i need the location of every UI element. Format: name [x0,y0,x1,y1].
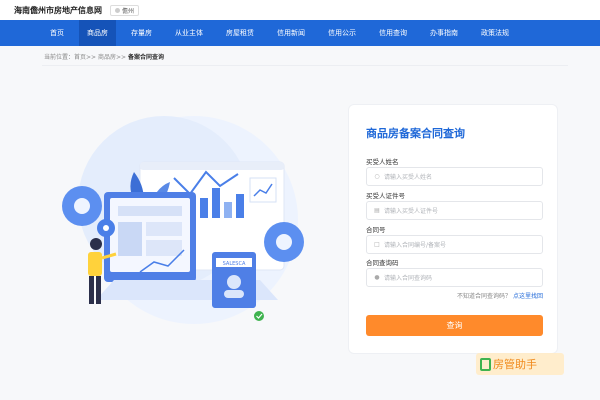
id-card-label: SALESCA [223,261,246,267]
breadcrumb-divider [42,65,568,66]
contract-number-label: 合同号 [366,226,386,234]
buyer-name-label: 买受人姓名 [366,158,399,166]
location-label: 儋州 [122,7,135,15]
watermark-text: 房管助手 [493,358,537,371]
nav-item-practitioners[interactable]: 从业主体 [167,20,211,46]
breadcrumb-home[interactable]: 首页 [74,54,86,61]
query-code-placeholder: 请输入合同查询码 [384,275,433,282]
location-pin-icon [115,7,120,13]
forgot-code-row: 不知道合同查询码？ 点这里找回 [366,291,543,300]
nav-item-credit-publicity[interactable]: 信用公示 [320,20,364,46]
breadcrumb: 当前位置：首页>> 商品房>> 备案合同查询 [44,52,164,61]
breadcrumb-separator: >> [86,54,97,61]
id-card-icon: ▤ [374,207,380,214]
breadcrumb-section[interactable]: 商品房 [98,54,116,61]
nav-item-credit-news[interactable]: 信用新闻 [269,20,313,46]
contract-query-card: 商品房备案合同查询 买受人姓名 ○ 请输入买受人姓名 买受人证件号 ▤ 请输入买… [348,104,558,354]
buyer-name-placeholder: 请输入买受人姓名 [384,174,433,181]
site-title[interactable]: 海南儋州市房地产信息网 [14,5,102,16]
nav-item-policy[interactable]: 政策法规 [473,20,517,46]
recover-code-link[interactable]: 点这里找回 [513,293,543,300]
contract-number-input[interactable]: □ 请输入合同编号/备案号 [366,235,543,254]
nav-item-credit-query[interactable]: 信用查询 [371,20,415,46]
query-button[interactable]: 查询 [366,315,543,336]
buyer-id-input[interactable]: ▤ 请输入买受人证件号 [366,201,543,220]
nav-item-new-housing[interactable]: 商品房 [79,20,116,46]
query-code-label: 合同查询码 [366,259,399,267]
location-selector[interactable]: 儋州 [110,4,140,16]
hero-illustration: SALESCA [62,116,304,324]
main-nav: 首页 商品房 存量房 从业主体 房屋租赁 信用新闻 信用公示 信用查询 办事指南… [0,20,600,46]
buyer-name-input[interactable]: ○ 请输入买受人姓名 [366,167,543,186]
watermark: 房管助手 [476,353,564,375]
breadcrumb-current: 备案合同查询 [128,54,165,61]
breadcrumb-separator: >> [116,54,127,61]
query-code-input[interactable]: ● 请输入合同查询码 [366,268,543,287]
nav-item-rental[interactable]: 房屋租赁 [218,20,262,46]
document-icon: □ [374,241,380,248]
watermark-logo-icon [480,357,491,371]
form-title: 商品房备案合同查询 [366,127,465,140]
lock-icon: ● [374,274,380,281]
top-bar: 海南儋州市房地产信息网 儋州 [0,0,600,20]
nav-item-home[interactable]: 首页 [42,20,72,46]
breadcrumb-prefix: 当前位置： [44,54,75,61]
forgot-code-text: 不知道合同查询码？ [457,293,512,300]
buyer-id-placeholder: 请输入买受人证件号 [384,208,439,215]
person-icon: ○ [374,173,380,180]
buyer-id-label: 买受人证件号 [366,192,405,200]
nav-item-guide[interactable]: 办事指南 [422,20,466,46]
contract-number-placeholder: 请输入合同编号/备案号 [384,242,447,249]
nav-item-existing-housing[interactable]: 存量房 [123,20,160,46]
